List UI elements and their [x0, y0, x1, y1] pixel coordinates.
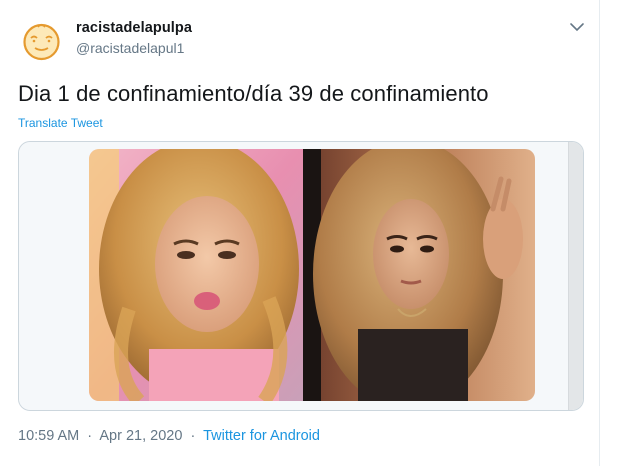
tweet-meta: 10:59 AM · Apr 21, 2020 · Twitter for An… [18, 428, 320, 444]
photo-after[interactable] [303, 149, 535, 401]
meta-separator: · [87, 428, 93, 444]
tweet-text: Dia 1 de confinamiento/día 39 de confina… [18, 81, 489, 106]
tweet-date[interactable]: Apr 21, 2020 [99, 428, 182, 444]
chevron-down-icon[interactable] [568, 20, 586, 34]
card-text-preview [89, 406, 539, 410]
tweet-time[interactable]: 10:59 AM [18, 428, 79, 444]
media-scrollbar[interactable] [568, 142, 583, 410]
author-handle[interactable]: @racistadelapul1 [76, 40, 184, 56]
author-display-name[interactable]: racistadelapulpa [76, 20, 192, 36]
cartoon-face-icon [18, 17, 65, 64]
tweet-card: racistadelapulpa @racistadelapul1 Dia 1 … [0, 0, 600, 466]
avatar[interactable] [18, 17, 65, 64]
translate-tweet-link[interactable]: Translate Tweet [18, 116, 103, 130]
photo-before[interactable] [89, 149, 303, 401]
tweet-source-link[interactable]: Twitter for Android [203, 428, 320, 444]
media-card[interactable] [18, 141, 584, 411]
meta-separator: · [190, 428, 196, 444]
